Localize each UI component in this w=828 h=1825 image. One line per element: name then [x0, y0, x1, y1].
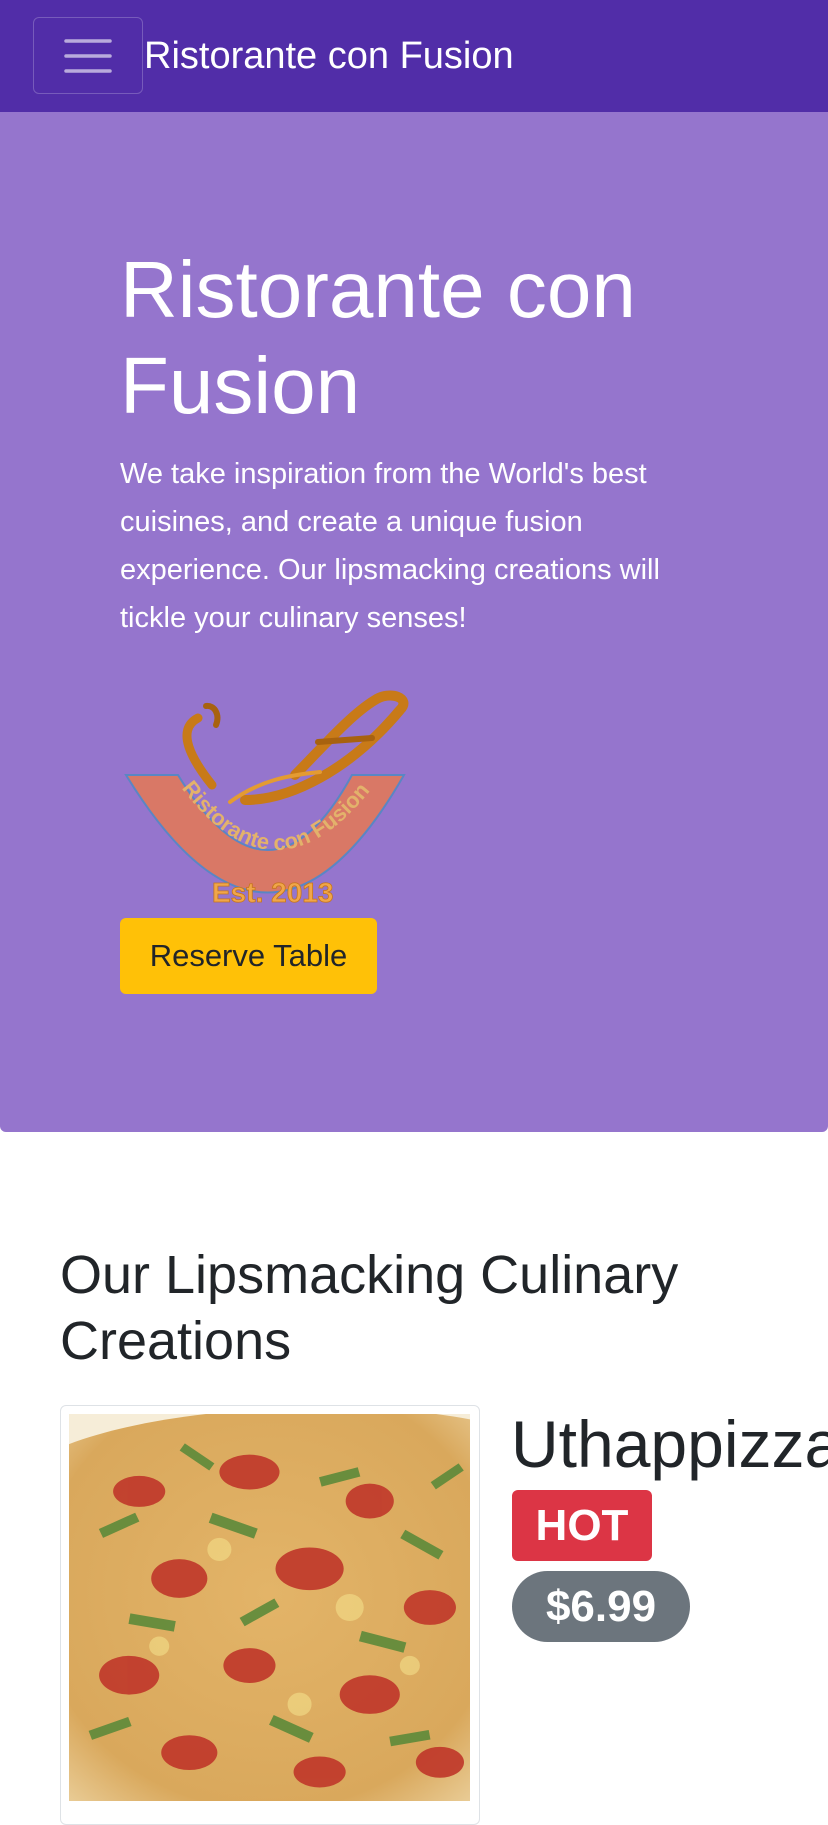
hamburger-menu-icon	[64, 38, 112, 73]
restaurant-logo: Ristorante con Fusion Est. 2013	[124, 690, 409, 908]
logo-established: Est. 2013	[212, 877, 333, 908]
navbar-toggler-button[interactable]	[33, 17, 143, 94]
hero-title: Ristorante con Fusion	[120, 245, 636, 430]
dish-name: Uthappizza	[511, 1407, 828, 1481]
hot-badge: HOT	[512, 1490, 652, 1561]
reserve-table-button[interactable]: Reserve Table	[120, 918, 377, 994]
navbar: Ristorante con Fusion	[0, 0, 828, 112]
price-badge: $6.99	[512, 1571, 690, 1642]
navbar-brand-link[interactable]: Ristorante con Fusion	[144, 32, 514, 80]
section-title: Our Lipsmacking Culinary Creations	[60, 1245, 679, 1371]
hero-jumbotron: Ristorante con Fusion We take inspiratio…	[0, 112, 828, 1132]
pizza-image	[69, 1414, 470, 1801]
hero-description: We take inspiration from the World's bes…	[120, 458, 660, 634]
dish-image-thumbnail[interactable]	[60, 1405, 480, 1825]
